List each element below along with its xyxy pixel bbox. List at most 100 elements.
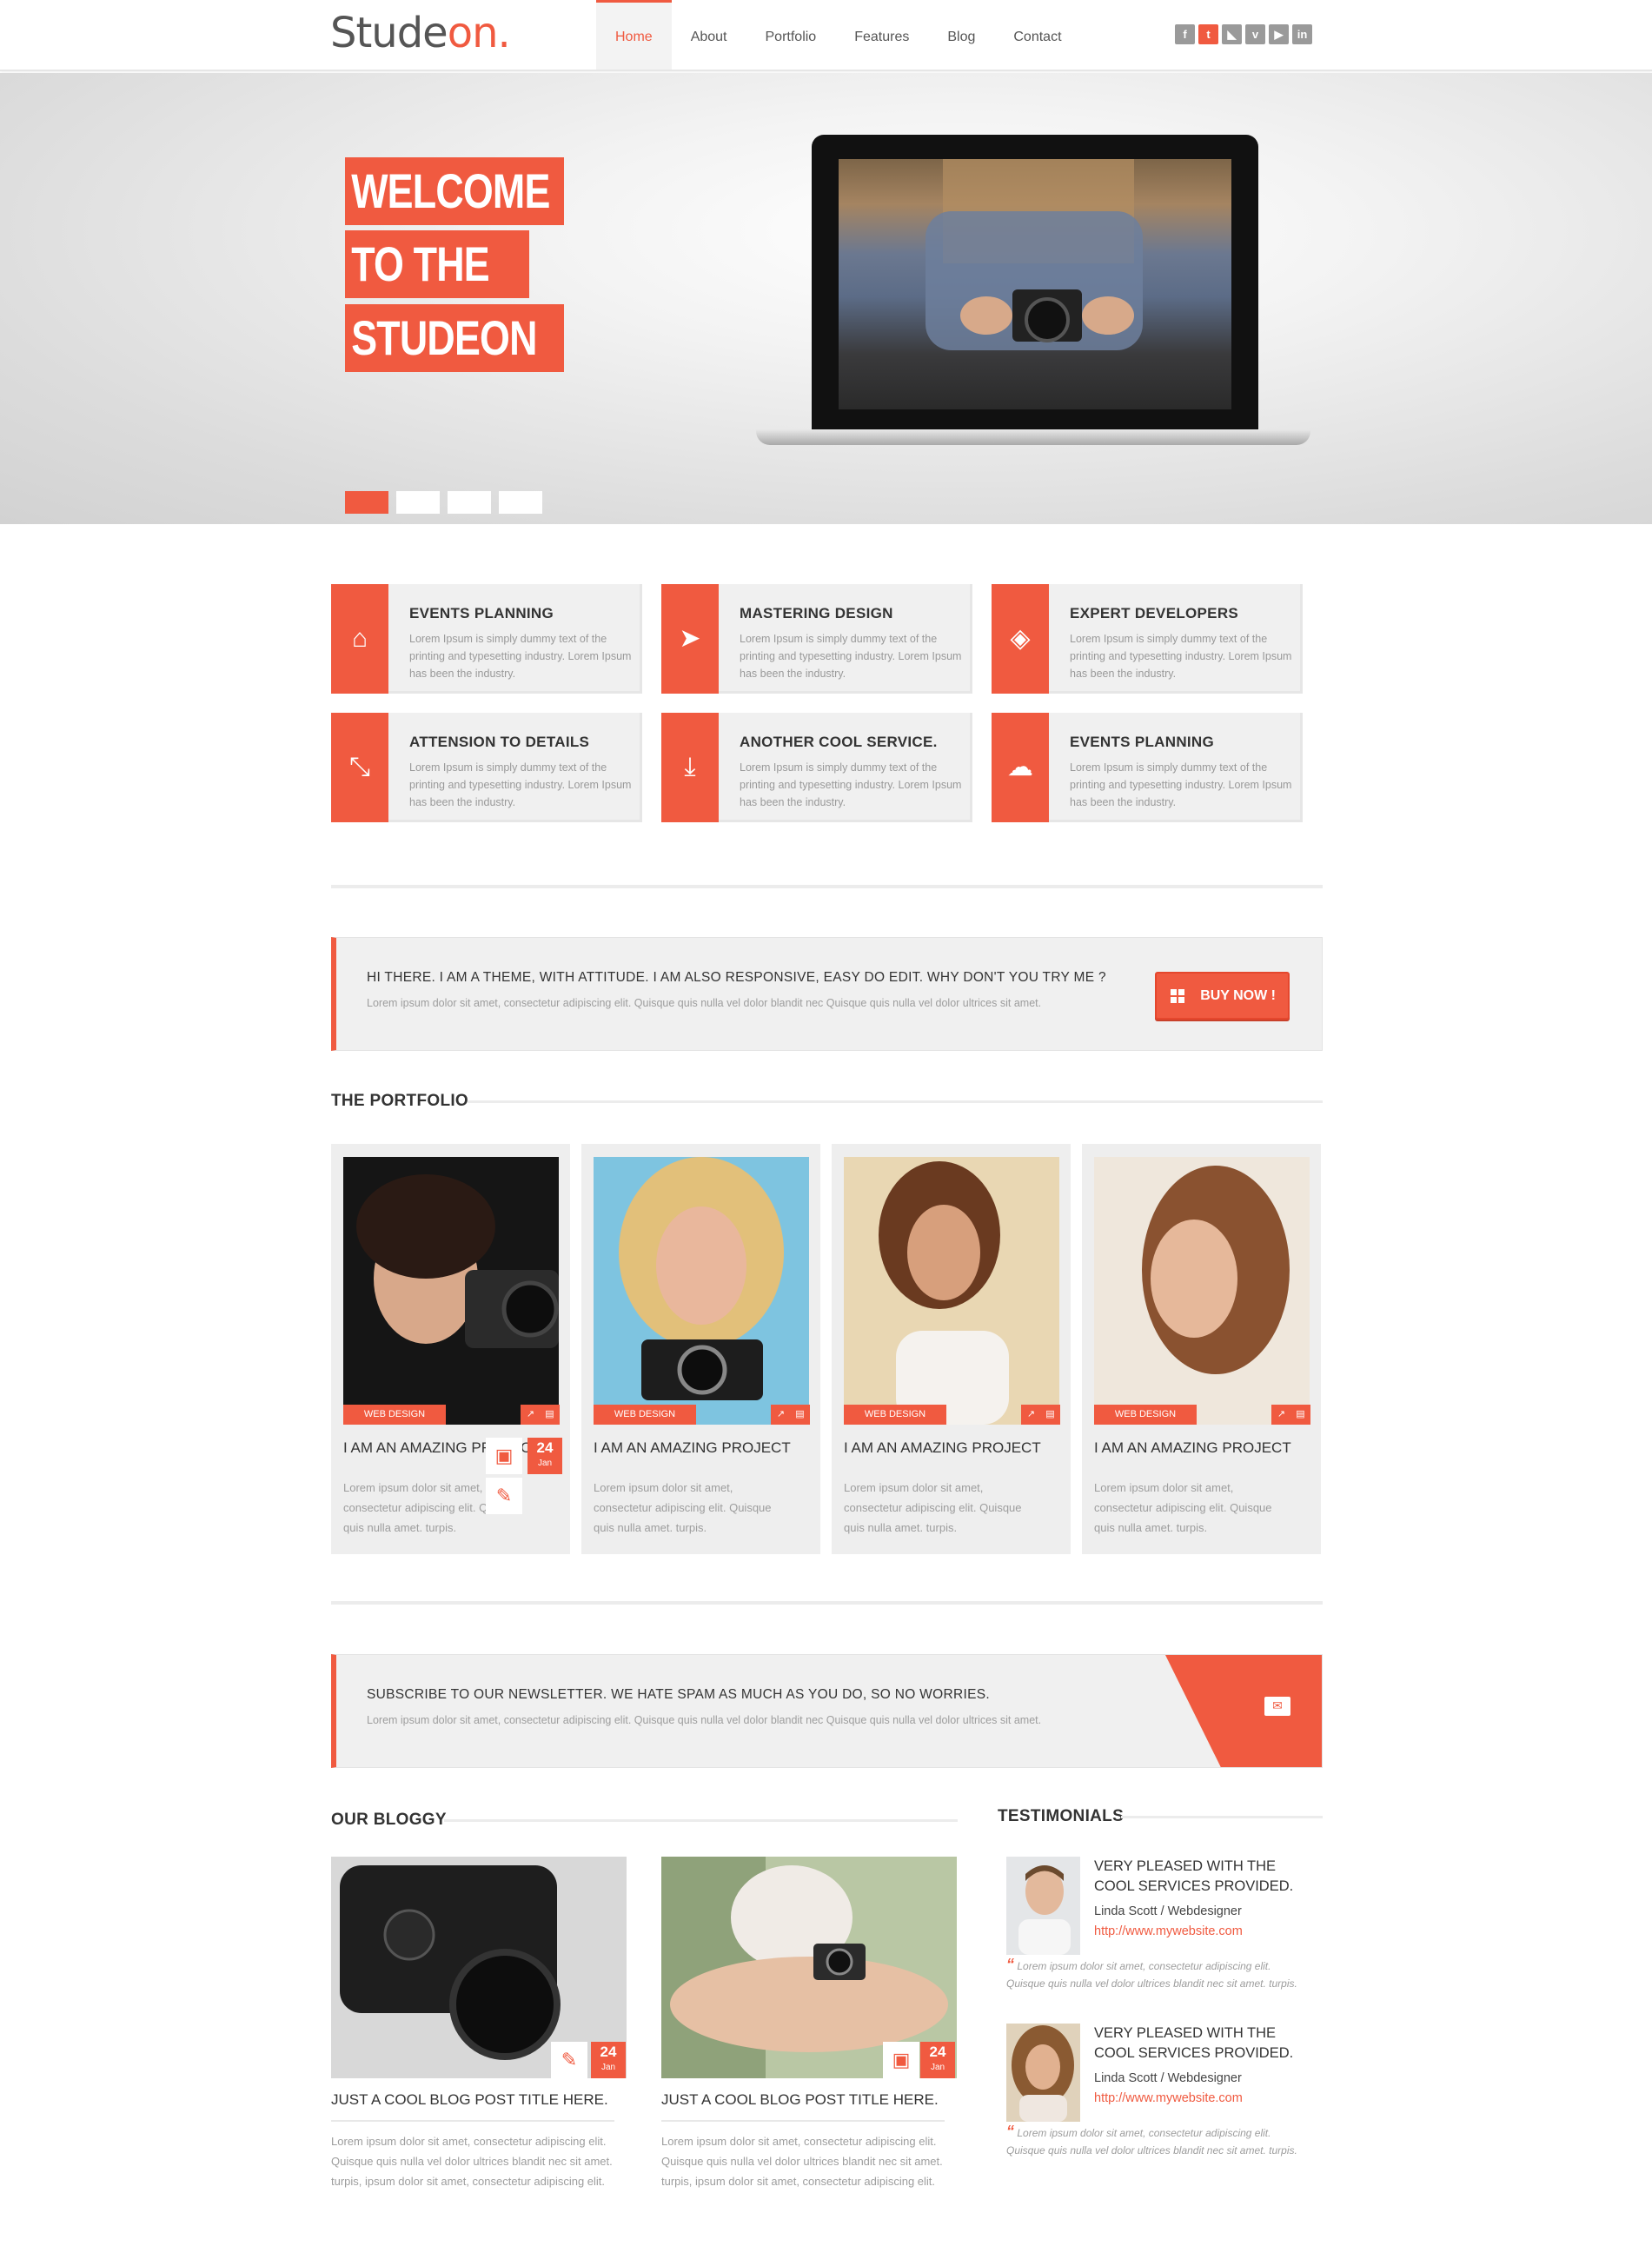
layers-icon: ◈ [992,584,1049,694]
blog-post-text: Lorem ipsum dolor sit amet, consectetur … [661,2135,943,2188]
service-title: ATTENSION TO DETAILS [409,734,590,750]
twitter-icon[interactable]: t [1198,24,1218,44]
logo-text: Stude [330,9,448,57]
nav-blog[interactable]: Blog [928,0,994,70]
camera-icon[interactable]: ▣ [486,1438,522,1474]
blog-post-title[interactable]: JUST A COOL BLOG POST TITLE HERE. [331,2091,608,2109]
section-rule [468,1100,1323,1103]
portfolio-tag[interactable]: WEB DESIGN [1094,1405,1197,1425]
pencil-icon[interactable]: ✎ [486,1478,522,1514]
buy-now-label: BUY NOW ! [1200,988,1276,1003]
service-text: Lorem Ipsum is simply dummy text of the … [1070,633,1292,680]
newsletter-panel[interactable] [1165,1655,1322,1767]
service-title: EVENTS PLANNING [1070,734,1215,750]
testimonial-heading-line: VERY PLEASED WITH THE [1094,1858,1277,1874]
title-rule [331,2120,614,2122]
portfolio-item[interactable]: WEB DESIGN ↗ ▤ I AM AN AMAZING PROJECT L… [581,1144,820,1554]
camera-icon[interactable]: ▣ [883,2042,919,2078]
newsletter-callout: SUBSCRIBE TO OUR NEWSLETTER. WE HATE SPA… [331,1654,1323,1768]
portfolio-item[interactable]: WEB DESIGN ↗ ▤ I AM AN AMAZING PROJECT L… [331,1144,570,1554]
section-rule [1121,1816,1323,1818]
hero-slider: WELCOME TO THE STUDEON [0,73,1652,524]
portfolio-item-text: Lorem ipsum dolor sit amet, consectetur … [1094,1481,1272,1534]
portfolio-tag[interactable]: WEB DESIGN [594,1405,696,1425]
nav-about[interactable]: About [672,0,746,70]
slider-dot-1[interactable] [345,491,388,514]
service-title: ANOTHER COOL SERVICE. [740,734,938,750]
portfolio-image [594,1157,809,1425]
date-day: 24 [600,2044,617,2060]
service-card: ⤡ ATTENSION TO DETAILS Lorem Ipsum is si… [331,713,642,822]
slider-dot-2[interactable] [396,491,440,514]
portfolio-image [343,1157,559,1425]
chart-icon[interactable]: ▤ [1290,1405,1310,1425]
quote-icon: “ [1006,1956,1014,1973]
chart-icon[interactable]: ▤ [790,1405,810,1425]
divider [331,1601,1323,1605]
nav-portfolio[interactable]: Portfolio [746,0,836,70]
portfolio-item-title: I AM AN AMAZING PROJECT [1094,1439,1291,1456]
hero-line-1: WELCOME [345,157,564,225]
portfolio-item-text: Lorem ipsum dolor sit amet, consectetur … [844,1481,1022,1534]
testimonial-author: Linda Scott / Webdesigner [1094,1904,1242,1918]
portfolio-tag[interactable]: WEB DESIGN [343,1405,446,1425]
divider [331,885,1323,888]
callout-text: Lorem ipsum dolor sit amet, consectetur … [367,997,1042,1009]
blog-title: OUR BLOGGY [331,1811,447,1829]
portfolio-tag[interactable]: WEB DESIGN [844,1405,946,1425]
service-title: EVENTS PLANNING [409,605,554,621]
download-icon: ⤓ [661,713,719,822]
rocket-icon: ⌂ [331,584,388,694]
service-card: ⤓ ANOTHER COOL SERVICE. Lorem Ipsum is s… [661,713,972,822]
logo[interactable]: Studeon. [330,9,511,57]
testimonial-link[interactable]: http://www.mywebsite.com [1094,1924,1243,1938]
vimeo-icon[interactable]: v [1245,24,1265,44]
link-icon[interactable]: ↗ [1271,1405,1291,1425]
portfolio-image [844,1157,1059,1425]
slider-dot-3[interactable] [448,491,491,514]
quote-icon: “ [1006,2123,1014,2140]
date-day: 24 [536,1439,554,1456]
paper-plane-icon: ➤ [661,584,719,694]
chart-icon[interactable]: ▤ [1040,1405,1060,1425]
nav-features[interactable]: Features [835,0,928,70]
testimonial-heading: VERY PLEASED WITH THE COOL SERVICES PROVI… [1094,2024,1293,2064]
testimonials-title: TESTIMONIALS [998,1807,1125,1825]
newsletter-title: SUBSCRIBE TO OUR NEWSLETTER. WE HATE SPA… [367,1687,990,1702]
laptop-base [756,429,1310,445]
service-text: Lorem Ipsum is simply dummy text of the … [409,633,632,680]
date-badge: 24 Jan [527,1438,562,1474]
buy-now-button[interactable]: BUY NOW ! [1155,972,1290,1020]
rss-icon[interactable]: ◣ [1222,24,1242,44]
main-nav: Home About Portfolio Features Blog Conta… [596,0,1081,70]
laptop-screen [812,135,1258,435]
link-icon[interactable]: ↗ [771,1405,791,1425]
testimonial-quote: “ Lorem ipsum dolor sit amet, consectetu… [1006,2123,1310,2159]
newsletter-text: Lorem ipsum dolor sit amet, consectetur … [367,1714,1042,1726]
slider-dot-4[interactable] [499,491,542,514]
testimonial-heading-line: VERY PLEASED WITH THE [1094,2025,1277,2041]
portfolio-item-text: Lorem ipsum dolor sit amet, consectetur … [594,1481,772,1534]
testimonial-link[interactable]: http://www.mywebsite.com [1094,2091,1243,2105]
facebook-icon[interactable]: f [1175,24,1195,44]
portfolio-item[interactable]: WEB DESIGN ↗ ▤ I AM AN AMAZING PROJECT L… [832,1144,1071,1554]
linkedin-icon[interactable]: in [1292,24,1312,44]
blog-post-title[interactable]: JUST A COOL BLOG POST TITLE HERE. [661,2091,939,2109]
nav-home[interactable]: Home [596,0,672,70]
portfolio-item[interactable]: WEB DESIGN ↗ ▤ I AM AN AMAZING PROJECT L… [1082,1144,1321,1554]
youtube-icon[interactable]: ▶ [1269,24,1289,44]
arrows-in-icon: ⤡ [331,713,388,822]
date-badge: 24 Jan [591,2042,626,2078]
link-icon[interactable]: ↗ [1021,1405,1041,1425]
service-text: Lorem Ipsum is simply dummy text of the … [1070,761,1292,808]
nav-contact[interactable]: Contact [994,0,1080,70]
testimonial-author: Linda Scott / Webdesigner [1094,2071,1242,2085]
testimonial-quote: “ Lorem ipsum dolor sit amet, consectetu… [1006,1956,1310,1992]
service-card: ◈ EXPERT DEVELOPERS Lorem Ipsum is simpl… [992,584,1303,694]
link-icon[interactable]: ↗ [521,1405,541,1425]
blog-post-text: Lorem ipsum dolor sit amet, consectetur … [331,2135,613,2188]
chart-icon[interactable]: ▤ [540,1405,560,1425]
envelope-icon[interactable]: ✉ [1264,1697,1290,1716]
pencil-icon[interactable]: ✎ [551,2042,587,2078]
avatar [1006,1857,1080,1955]
